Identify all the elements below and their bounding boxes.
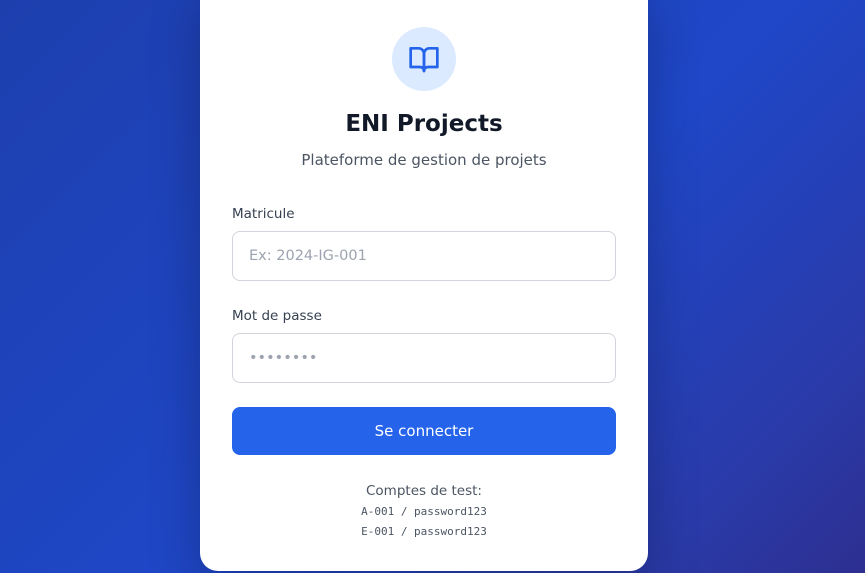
book-open-icon xyxy=(409,47,439,73)
password-input[interactable] xyxy=(232,333,616,383)
password-label: Mot de passe xyxy=(232,308,322,324)
matricule-input[interactable] xyxy=(232,231,616,281)
test-account-etudiant: E-001 / password123 xyxy=(361,525,487,538)
test-accounts-title: Comptes de test: xyxy=(366,483,482,499)
logo-badge xyxy=(392,27,456,91)
login-card: ENI Projects Plateforme de gestion de pr… xyxy=(200,0,648,571)
login-button[interactable]: Se connecter xyxy=(232,407,616,455)
app-title: ENI Projects xyxy=(345,111,503,137)
app-subtitle: Plateforme de gestion de projets xyxy=(301,151,547,169)
test-account-admin: A-001 / password123 xyxy=(361,505,487,518)
matricule-label: Matricule xyxy=(232,206,295,222)
